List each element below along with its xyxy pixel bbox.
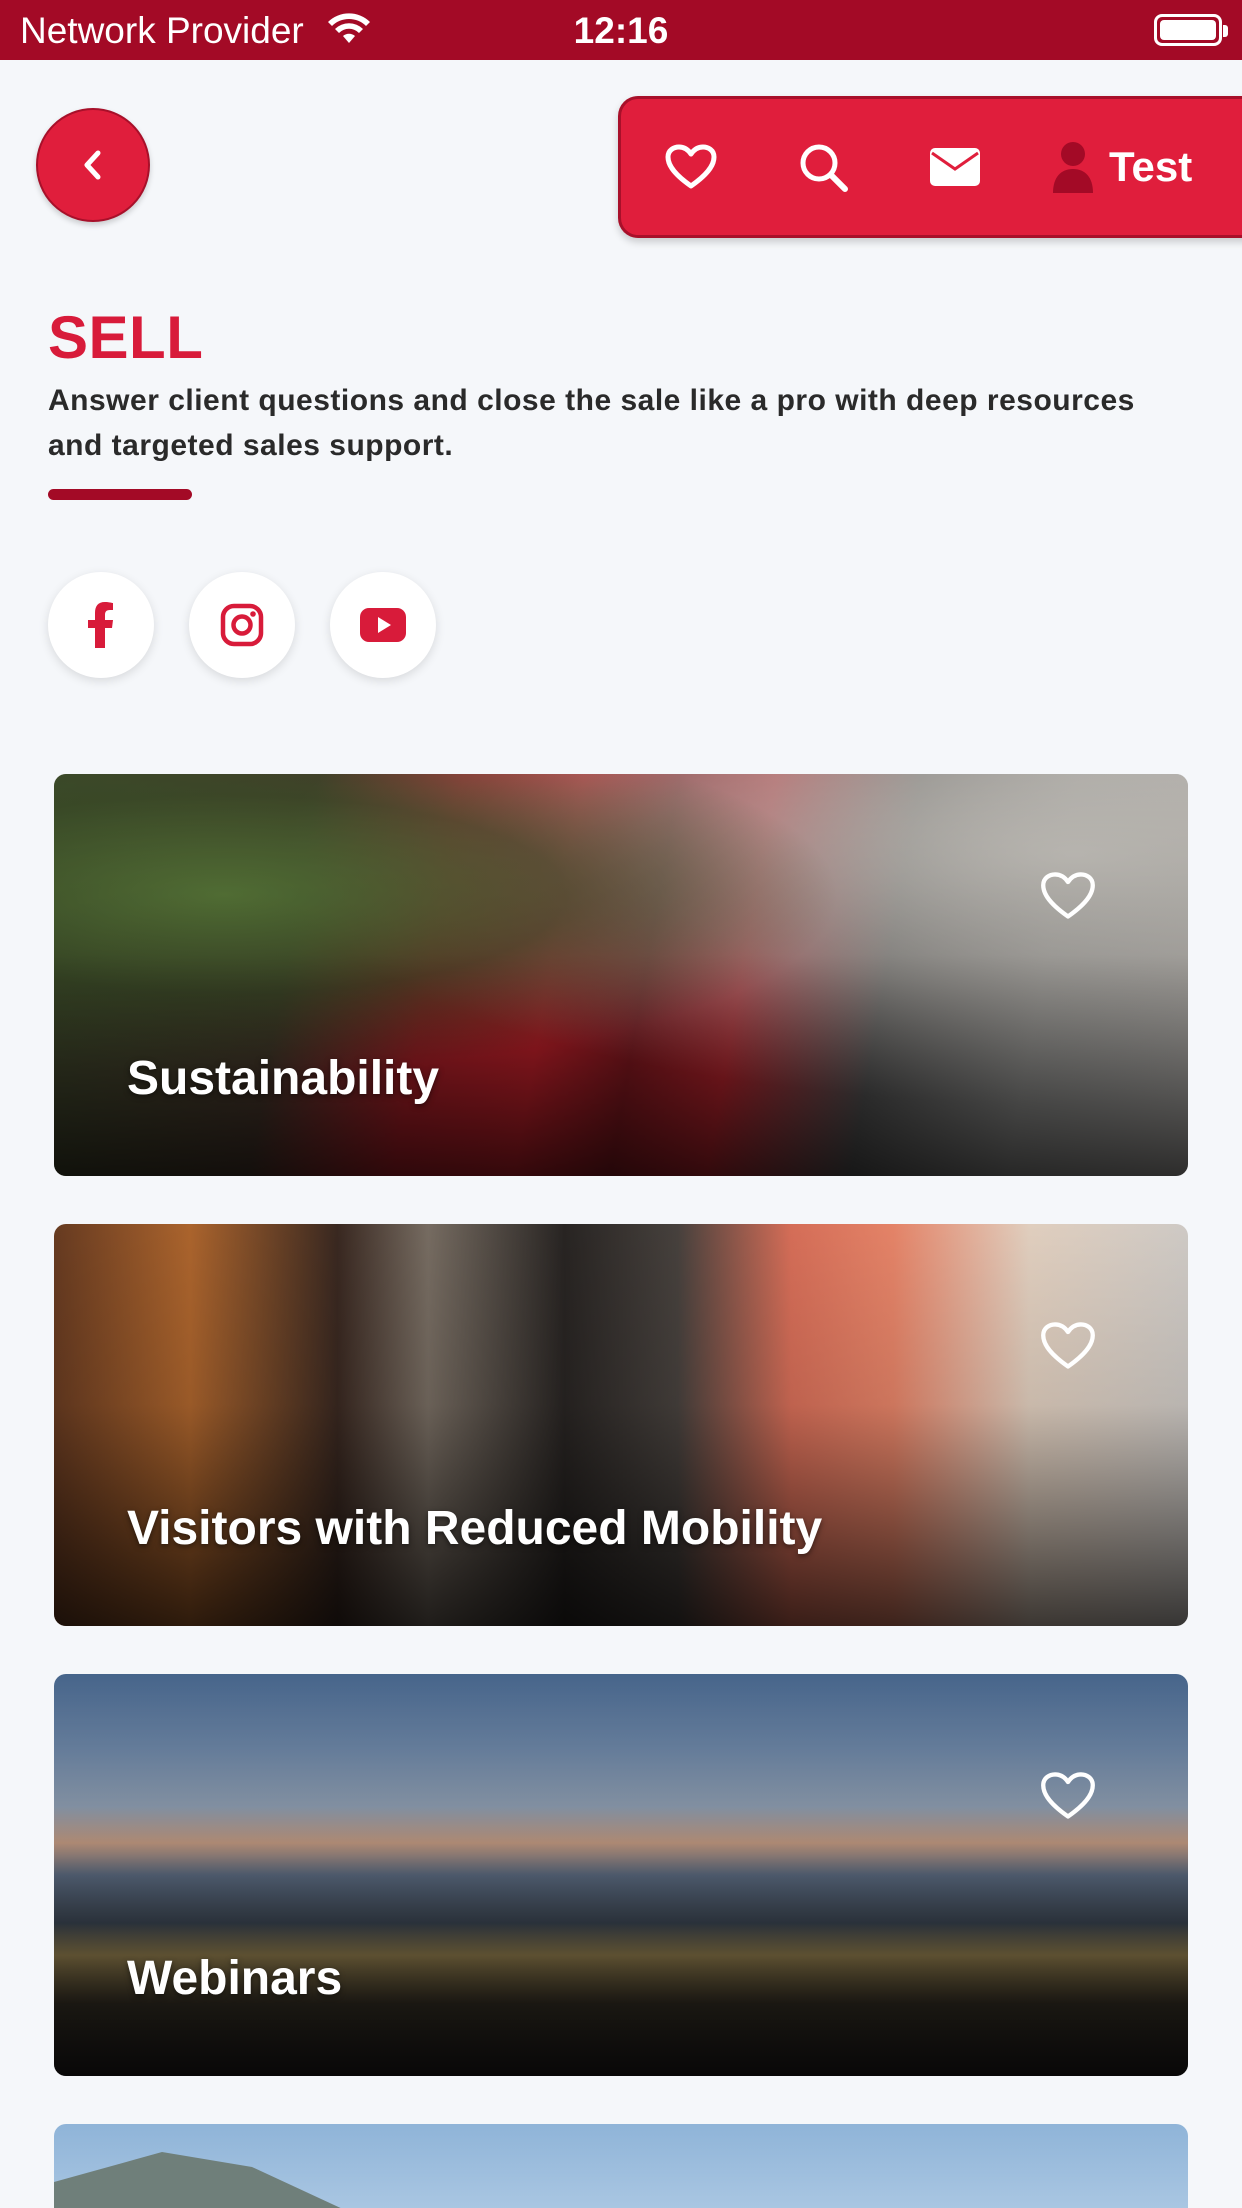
favorite-toggle[interactable] [1040, 1320, 1096, 1372]
favorite-toggle[interactable] [1040, 870, 1096, 922]
category-card[interactable]: Sustainability [54, 774, 1188, 1176]
page-description: Answer client questions and close the sa… [48, 384, 1135, 462]
favorites-button[interactable] [651, 99, 731, 235]
heart-icon [665, 144, 717, 189]
youtube-icon [360, 608, 406, 642]
messages-button[interactable] [915, 99, 995, 235]
back-button[interactable] [36, 108, 150, 222]
heart-outline-icon [1041, 1322, 1095, 1369]
category-card[interactable] [54, 2124, 1188, 2208]
category-card[interactable]: Visitors with Reduced Mobility [54, 1224, 1188, 1626]
category-card[interactable]: Webinars [54, 1674, 1188, 2076]
heart-outline-icon [1041, 872, 1095, 919]
heart-outline-icon [1041, 1772, 1095, 1819]
battery-icon [1154, 14, 1228, 46]
envelope-icon [930, 148, 980, 186]
clock: 12:16 [573, 10, 669, 51]
search-button[interactable] [783, 99, 863, 235]
card-title: Sustainability [127, 1052, 440, 1105]
card-title: Visitors with Reduced Mobility [127, 1502, 823, 1555]
status-bar: Network Provider 12:16 [0, 0, 1242, 60]
user-name: Test [1109, 143, 1193, 190]
favorite-toggle[interactable] [1040, 1770, 1096, 1822]
card-title: Webinars [127, 1952, 343, 2005]
facebook-icon [88, 602, 113, 648]
page-title: SELL [48, 304, 204, 371]
user-icon [1053, 142, 1093, 193]
instagram-button[interactable] [189, 572, 295, 678]
profile-button[interactable]: Test [1051, 99, 1221, 235]
chevron-left-icon [84, 150, 101, 180]
facebook-button[interactable] [48, 572, 154, 678]
search-icon [800, 144, 848, 192]
title-underline [48, 489, 192, 500]
top-toolbar: Test [618, 96, 1242, 238]
youtube-button[interactable] [330, 572, 436, 678]
instagram-icon [220, 603, 264, 647]
